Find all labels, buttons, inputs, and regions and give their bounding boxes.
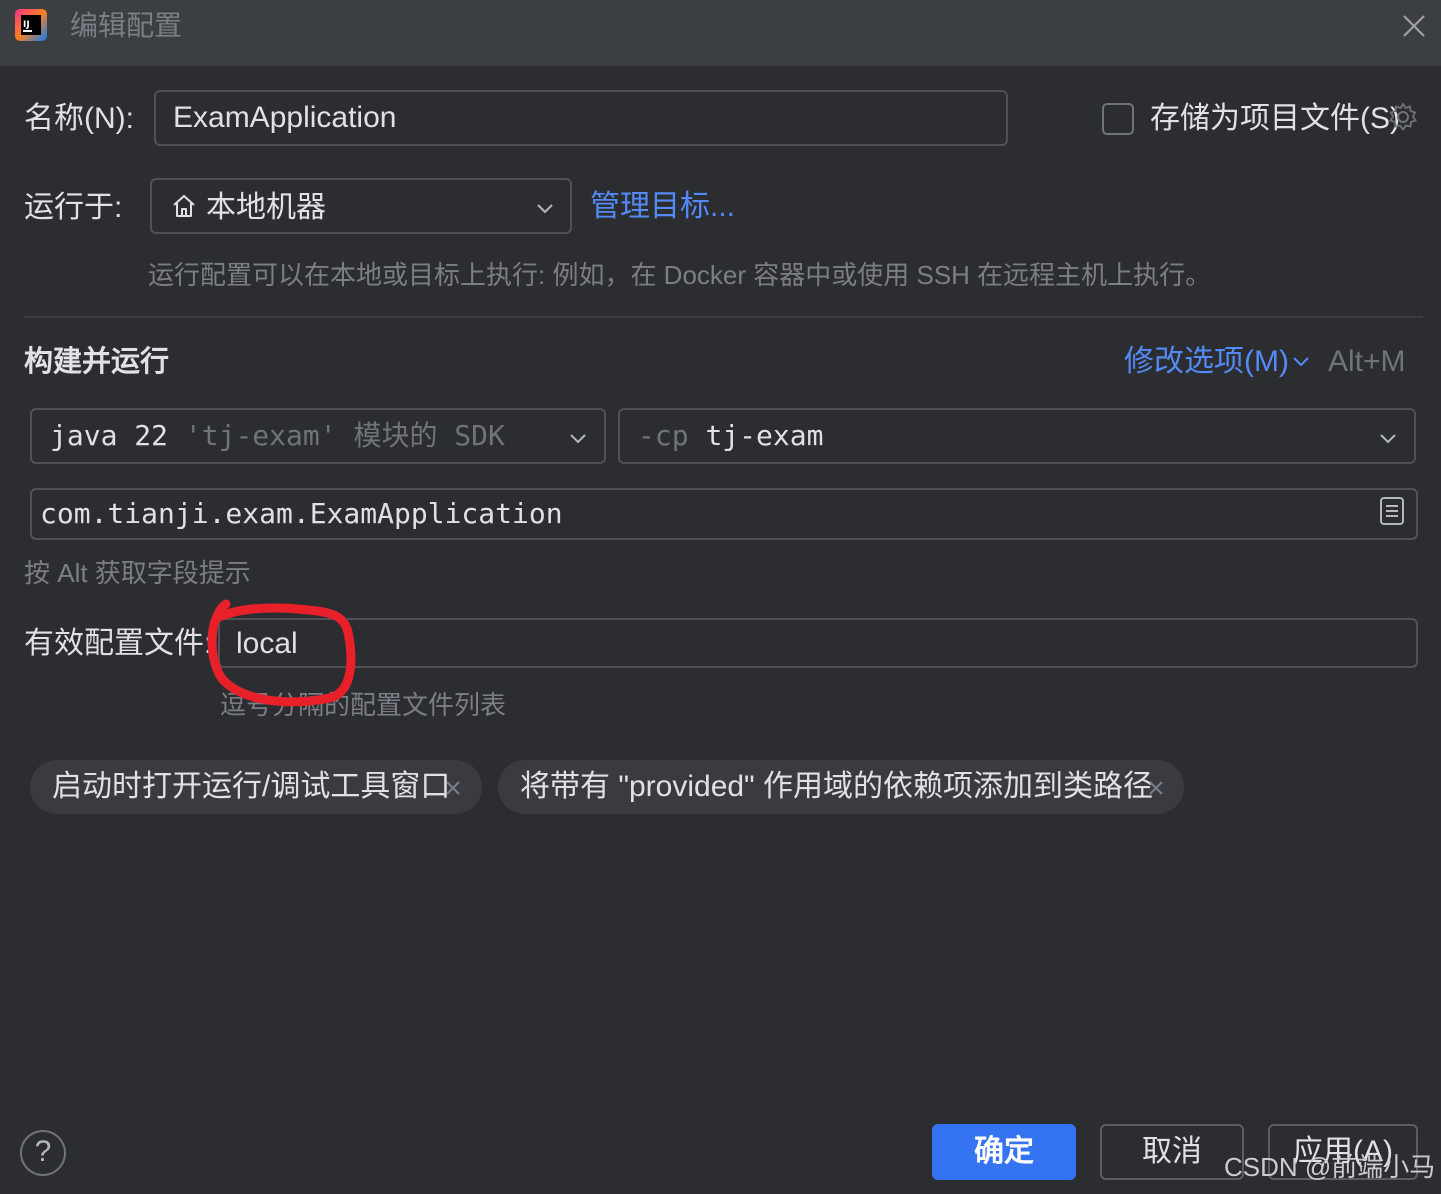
name-label: 名称(N): [24,102,134,135]
ok-button[interactable]: 确定 [932,1124,1076,1180]
option-chip-label: 启动时打开运行/调试工具窗口 [52,770,451,803]
gear-icon[interactable] [1388,101,1418,133]
option-chip-label: 将带有 "provided" 作用域的依赖项添加到类路径 [520,770,1154,803]
remove-chip-icon[interactable] [444,779,462,797]
chevron-down-icon[interactable] [1290,350,1312,372]
chevron-down-icon [1380,434,1396,444]
chevron-down-icon [537,204,553,214]
intellij-logo-icon: IJ [15,9,47,41]
browse-list-icon[interactable] [1378,495,1406,527]
svg-text:IJ: IJ [23,20,30,30]
sdk-version: java 22 [50,419,169,452]
main-class-value: com.tianji.exam.ExamApplication [40,497,563,530]
active-profiles-label: 有效配置文件: [24,627,213,660]
sdk-module: 'tj-exam' [184,419,337,452]
alt-hint: 按 Alt 获取字段提示 [24,558,251,588]
classpath-value: -cp tj-exam [638,418,823,454]
store-as-project-file-label[interactable]: 存储为项目文件(S) [1150,99,1400,139]
watermark: CSDN @前端小马 [1224,1152,1436,1182]
run-on-label: 运行于: [24,191,123,224]
close-icon[interactable] [1398,10,1430,42]
red-annotation-circle [207,599,356,707]
divider [24,316,1423,318]
home-icon [173,195,195,217]
store-as-project-file-checkbox[interactable] [1102,103,1134,135]
chevron-down-icon [570,434,586,444]
manage-targets-link[interactable]: 管理目标... [590,187,735,227]
modify-options-shortcut: Alt+M [1328,345,1406,378]
build-run-title: 构建并运行 [24,346,170,378]
classpath-module: tj-exam [705,419,824,452]
run-on-hint: 运行配置可以在本地或目标上执行: 例如，在 Docker 容器中或使用 SSH … [148,260,1212,290]
title-bar [0,0,1441,66]
sdk-suffix: 模块的 SDK [353,419,505,452]
window-title: 编辑配置 [70,10,183,41]
classpath-flag: -cp [638,419,689,452]
cancel-button[interactable]: 取消 [1100,1124,1244,1180]
active-profiles-input[interactable] [218,618,1418,668]
name-input[interactable]: ExamApplication [154,90,1008,146]
run-target-value: 本地机器 [206,191,326,224]
remove-chip-icon[interactable] [1147,779,1165,797]
sdk-value: java 22 'tj-exam' 模块的 SDK [50,418,505,454]
modify-options-link[interactable]: 修改选项(M) [1124,342,1289,382]
help-button[interactable]: ? [20,1130,66,1176]
